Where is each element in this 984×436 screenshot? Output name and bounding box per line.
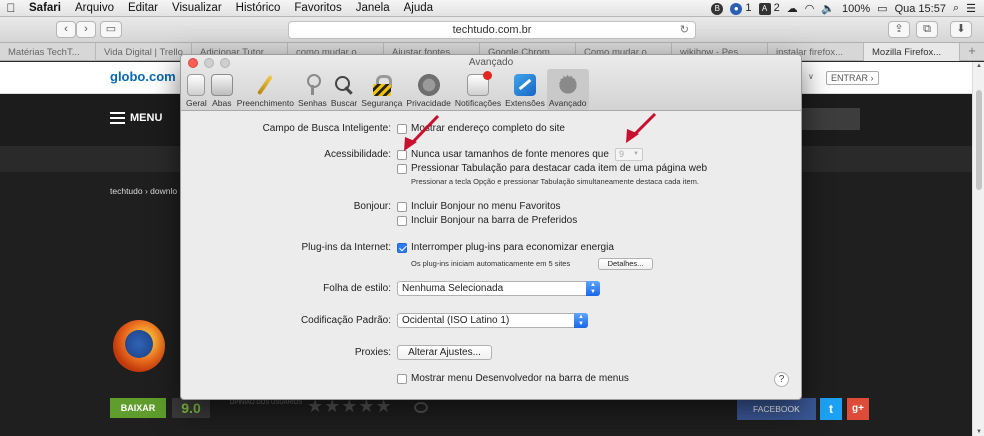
annotation-arrow-1	[408, 114, 440, 147]
annotation-overlay	[404, 112, 657, 151]
screen:  Safari Arquivo Editar Visualizar Histó…	[0, 0, 984, 436]
